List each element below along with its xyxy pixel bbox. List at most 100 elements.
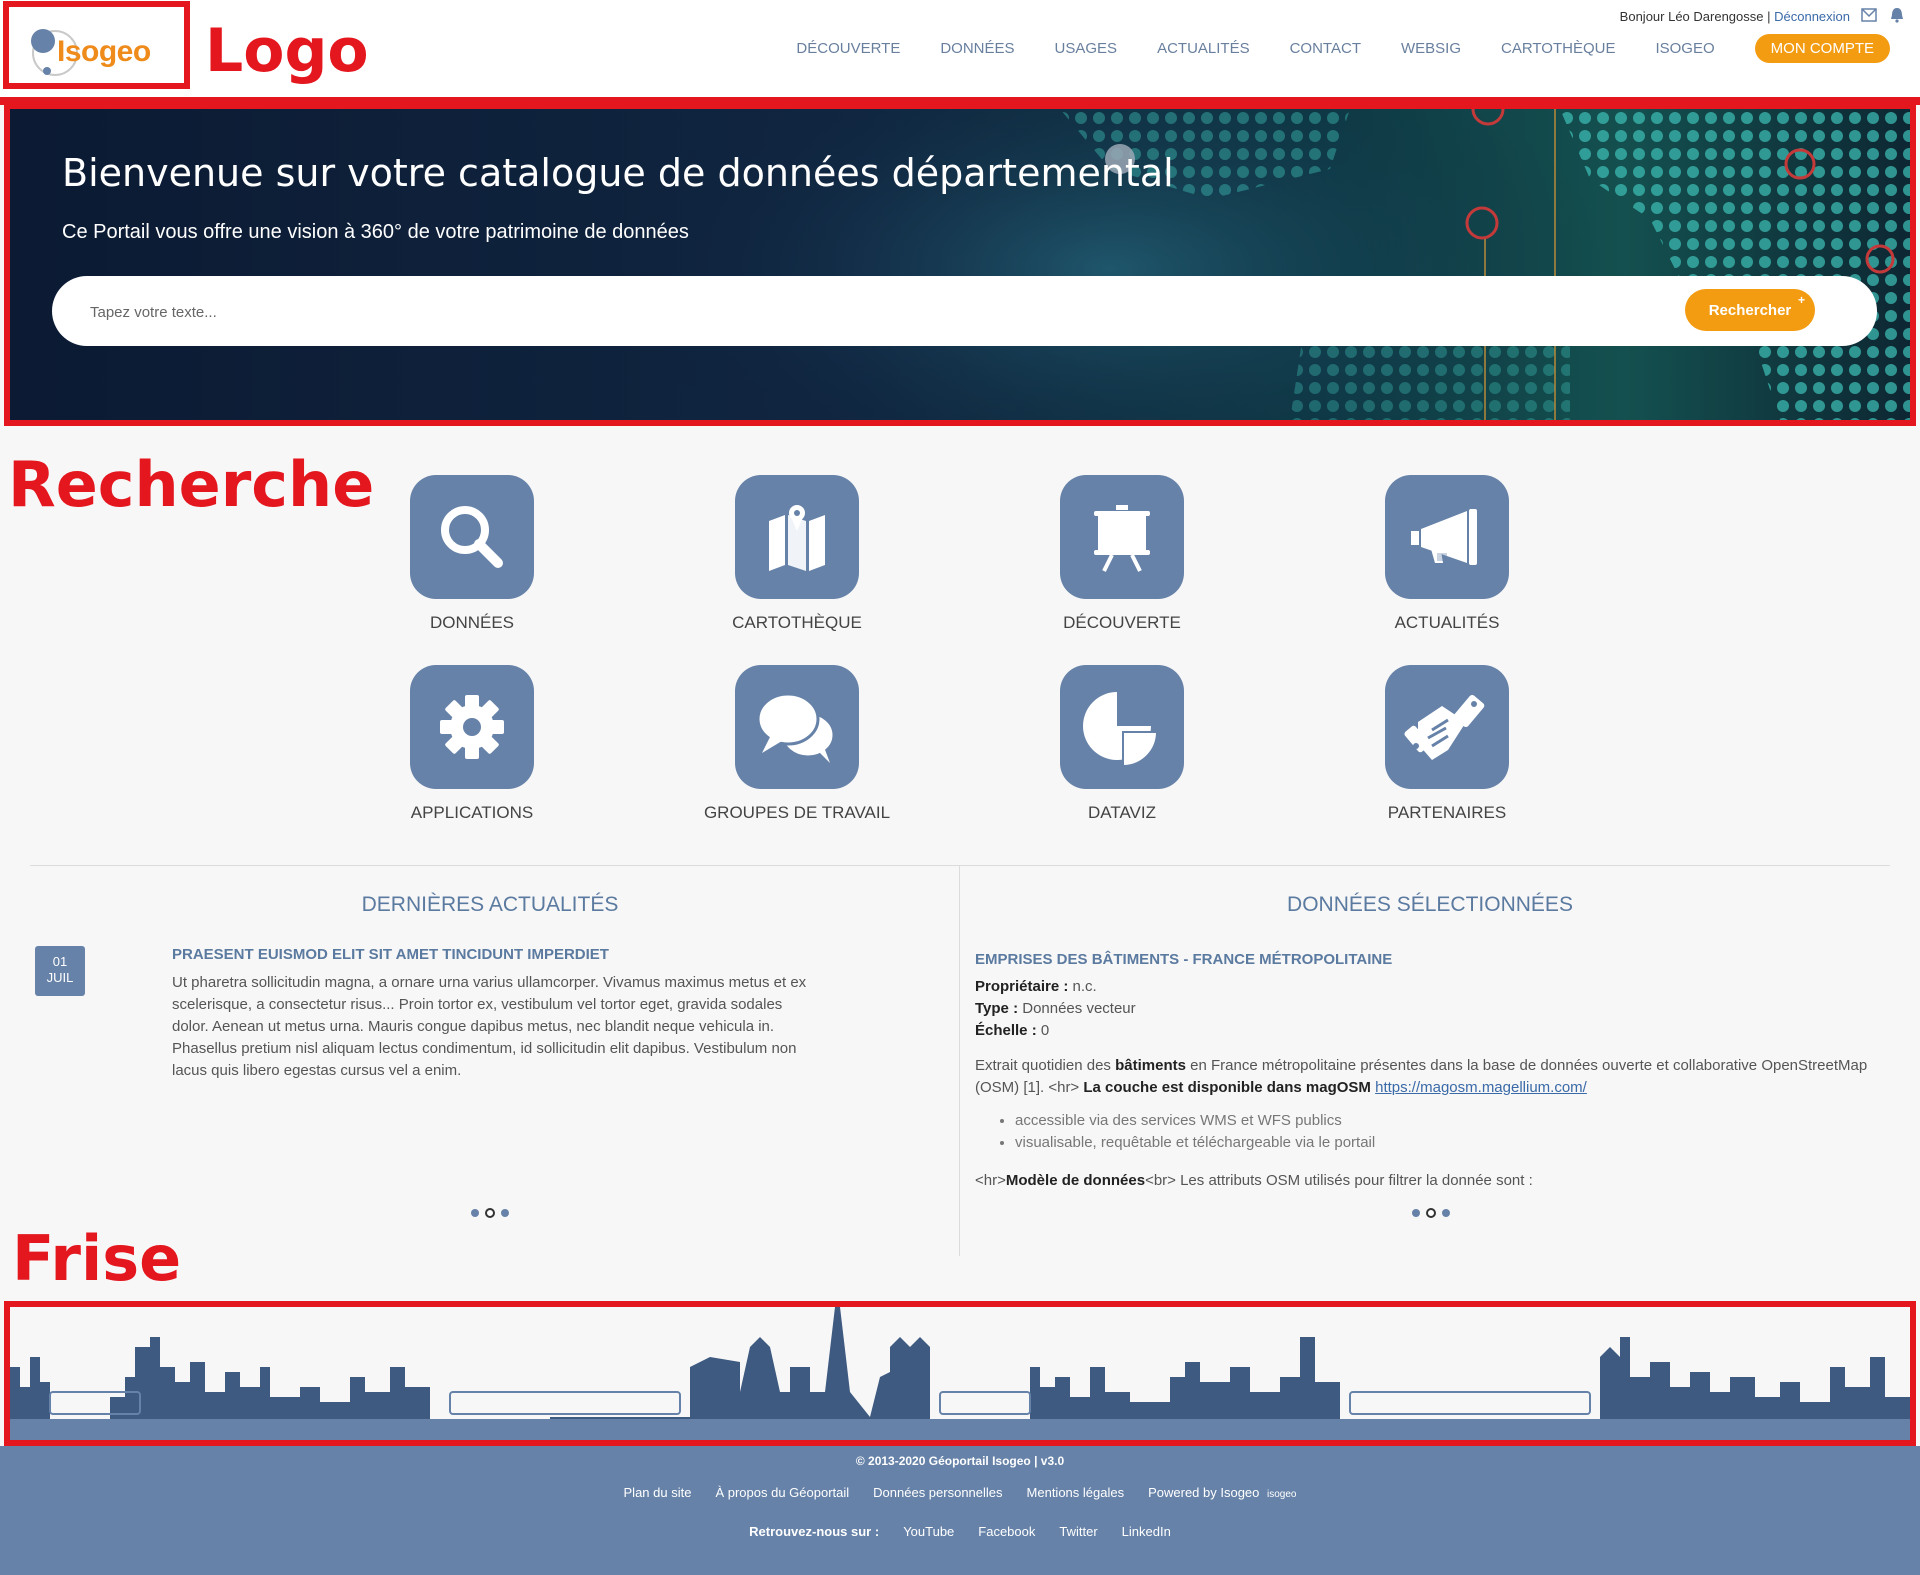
- logout-link[interactable]: Déconnexion: [1774, 9, 1850, 24]
- scale-value: 0: [1040, 1022, 1050, 1039]
- pie-chart-icon: [1083, 692, 1159, 768]
- social-youtube[interactable]: YouTube: [903, 1524, 954, 1539]
- carousel-dot-active[interactable]: [1426, 1208, 1436, 1218]
- header: Isogeo Logo Bonjour Léo Darengosse | Déc…: [0, 0, 1920, 100]
- nav-decouverte[interactable]: DÉCOUVERTE: [796, 40, 900, 57]
- copyright: © 2013-2020 Géoportail Isogeo | v3.0: [855, 1454, 1065, 1468]
- plus-icon: +: [1797, 293, 1805, 307]
- tile-applications-box: [410, 665, 534, 789]
- tile-decouverte-label: DÉCOUVERTE: [1063, 613, 1181, 632]
- footer-link-privacy[interactable]: Données personnelles: [873, 1485, 1002, 1500]
- user-greeting: Bonjour Léo Darengosse | Déconnexion: [1620, 9, 1850, 24]
- model-text-2: <br> Les attributs OSM utilisés pour fil…: [1145, 1172, 1533, 1189]
- social-twitter[interactable]: Twitter: [1059, 1524, 1097, 1539]
- magosm-link[interactable]: https://magosm.magellium.com/: [1375, 1079, 1587, 1096]
- search-bar: Rechercher +: [52, 276, 1877, 346]
- footer-link-sitemap[interactable]: Plan du site: [624, 1485, 692, 1500]
- map-icon: [769, 505, 825, 571]
- footer-link-legal[interactable]: Mentions légales: [1027, 1485, 1125, 1500]
- nav-donnees[interactable]: DONNÉES: [940, 40, 1014, 57]
- search-button-label: Rechercher: [1708, 301, 1792, 319]
- megaphone-icon: [1411, 509, 1477, 565]
- tile-actualites-box: [1385, 475, 1509, 599]
- news-date-month: JUIL: [46, 970, 74, 985]
- tile-applications[interactable]: APPLICATIONS: [372, 665, 572, 823]
- hero-subtitle: Ce Portail vous offre une vision à 360° …: [62, 221, 689, 243]
- tile-groupes-label: GROUPES DE TRAVAIL: [703, 803, 891, 822]
- nav-contact[interactable]: CONTACT: [1290, 40, 1361, 57]
- chat-bubbles-icon: [756, 692, 836, 763]
- selected-data-bullets: accessible via des services WMS et WFS p…: [995, 1110, 1375, 1154]
- tile-actualites[interactable]: ACTUALITÉS: [1347, 475, 1547, 633]
- logo-text: Isogeo: [57, 35, 151, 68]
- bell-icon[interactable]: [1889, 7, 1905, 23]
- footer-link-powered-by[interactable]: Powered by Isogeo isogeo: [1148, 1485, 1296, 1500]
- greeting-text: Bonjour Léo Darengosse |: [1619, 9, 1771, 24]
- type-label: Type :: [975, 1000, 1019, 1017]
- tile-dataviz-label: DATAVIZ: [1088, 803, 1156, 822]
- tile-partenaires-label: PARTENAIRES: [1387, 803, 1507, 822]
- city-skyline-illustration: [10, 1307, 1910, 1440]
- type-value: Données vecteur: [1022, 1000, 1136, 1017]
- carousel-dot[interactable]: [501, 1209, 509, 1217]
- hero-banner: Bienvenue sur votre catalogue de données…: [4, 103, 1916, 426]
- nav-cartotheque[interactable]: CARTOTHÈQUE: [1501, 40, 1615, 57]
- nav-websig[interactable]: WEBSIG: [1401, 40, 1461, 57]
- search-input[interactable]: [88, 296, 1592, 328]
- tile-groupes-box: [735, 665, 859, 789]
- news-carousel-dots: [471, 1208, 509, 1218]
- logo[interactable]: Isogeo: [3, 1, 190, 89]
- footer-social: Retrouvez-nous sur : YouTube Facebook Tw…: [0, 1524, 1920, 1539]
- desc-bold-1: bâtiments: [1115, 1057, 1186, 1074]
- sections-divider-vertical: [959, 866, 960, 1256]
- search-icon: [441, 506, 503, 568]
- tile-cartotheque[interactable]: CARTOTHÈQUE: [697, 475, 897, 633]
- nav-actualites[interactable]: ACTUALITÉS: [1157, 40, 1250, 57]
- tile-decouverte-box: [1060, 475, 1184, 599]
- scale-label: Échelle :: [975, 1022, 1037, 1039]
- tile-dataviz[interactable]: DATAVIZ: [1022, 665, 1222, 823]
- social-facebook[interactable]: Facebook: [978, 1524, 1035, 1539]
- bullet-item: accessible via des services WMS et WFS p…: [1015, 1110, 1375, 1132]
- social-label: Retrouvez-nous sur :: [749, 1524, 880, 1539]
- footer-links: Plan du site À propos du Géoportail Donn…: [0, 1485, 1920, 1500]
- tile-groupes-de-travail[interactable]: GROUPES DE TRAVAIL: [697, 665, 897, 823]
- tile-donnees[interactable]: DONNÉES: [372, 475, 572, 633]
- tile-donnees-box: [410, 475, 534, 599]
- nav-isogeo[interactable]: ISOGEO: [1655, 40, 1714, 57]
- handshake-icon: [1404, 694, 1485, 760]
- isogeo-footer-logo: isogeo: [1267, 1489, 1297, 1500]
- desc-text-1: Extrait quotidien des: [975, 1057, 1111, 1074]
- annotation-frieze: Frise: [12, 1222, 182, 1295]
- tile-decouverte[interactable]: DÉCOUVERTE: [1022, 475, 1222, 633]
- selected-data-headline-link[interactable]: EMPRISES DES BÂTIMENTS - FRANCE MÉTROPOL…: [975, 951, 1392, 968]
- news-date-badge: 01 JUIL: [35, 946, 85, 996]
- annotation-search: Recherche: [8, 448, 375, 521]
- footer-link-about[interactable]: À propos du Géoportail: [715, 1485, 849, 1500]
- account-button[interactable]: MON COMPTE: [1754, 34, 1890, 63]
- news-body: Ut pharetra sollicitudin magna, a ornare…: [172, 974, 807, 1079]
- news-date-day: 01: [52, 954, 68, 969]
- carousel-dot[interactable]: [1442, 1209, 1450, 1217]
- carousel-dot-active[interactable]: [485, 1208, 495, 1218]
- owner-label: Propriétaire :: [975, 978, 1069, 995]
- carousel-dot[interactable]: [471, 1209, 479, 1217]
- selected-data-model: <hr>Modèle de données<br> Les attributs …: [975, 1172, 1533, 1189]
- tile-partenaires[interactable]: PARTENAIRES: [1347, 665, 1547, 823]
- selected-data-section-title: DONNÉES SÉLECTIONNÉES: [1287, 893, 1573, 916]
- carousel-dot[interactable]: [1412, 1209, 1420, 1217]
- news-headline-link[interactable]: PRAESENT EUISMOD ELIT SIT AMET TINCIDUNT…: [172, 946, 609, 963]
- desc-bold-2: La couche est disponible dans magOSM: [1083, 1079, 1371, 1096]
- social-linkedin[interactable]: LinkedIn: [1122, 1524, 1171, 1539]
- model-bold: Modèle de données: [1005, 1172, 1146, 1189]
- search-button[interactable]: Rechercher +: [1685, 289, 1815, 331]
- tile-donnees-label: DONNÉES: [429, 613, 515, 632]
- footer: © 2013-2020 Géoportail Isogeo | v3.0 Pla…: [0, 1446, 1920, 1575]
- skyline-frieze: [4, 1301, 1916, 1446]
- sections-divider-top: [30, 865, 1890, 866]
- nav-usages[interactable]: USAGES: [1055, 40, 1118, 57]
- tile-cartotheque-box: [735, 475, 859, 599]
- mail-icon[interactable]: [1861, 8, 1877, 22]
- tile-cartotheque-label: CARTOTHÈQUE: [732, 613, 862, 632]
- gear-icon: [440, 695, 504, 759]
